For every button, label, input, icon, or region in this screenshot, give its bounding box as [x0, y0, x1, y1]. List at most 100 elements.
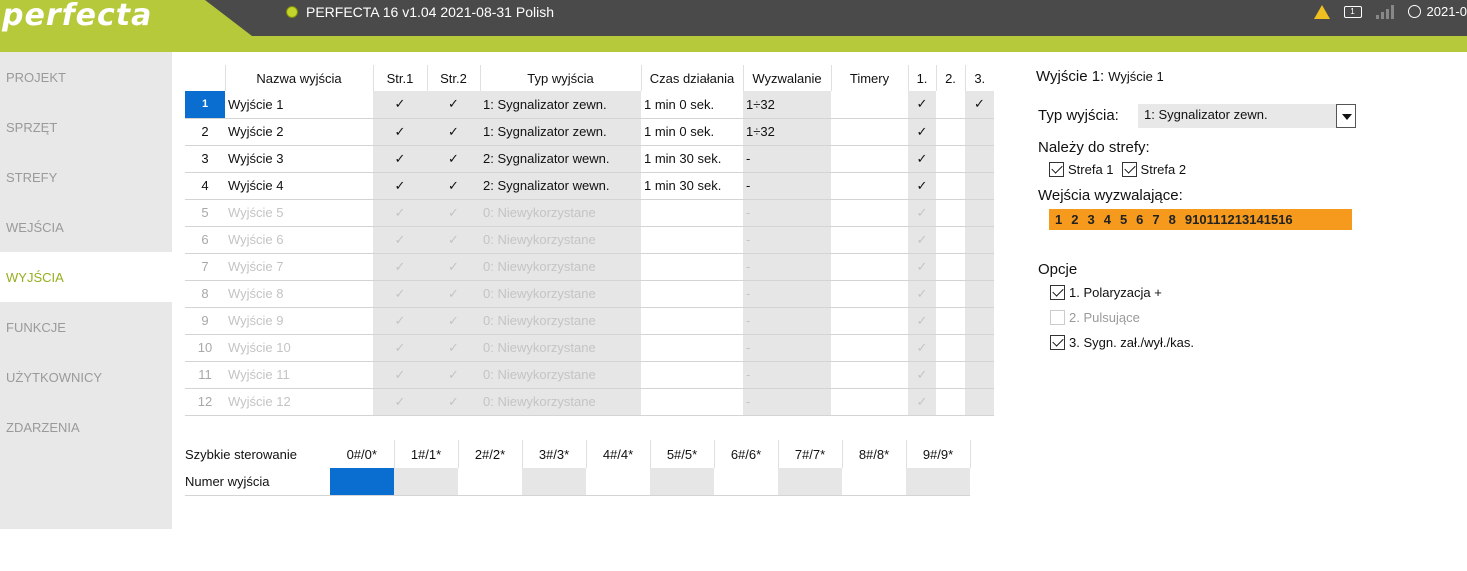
- cell-t1[interactable]: ✓: [908, 334, 936, 362]
- cell-name[interactable]: Wyjście 4: [225, 172, 373, 200]
- sidebar-item-sprzet[interactable]: SPRZĘT: [0, 102, 172, 152]
- table-row[interactable]: 2 Wyjście 2 ✓ ✓ 1: Sygnalizator zewn. 1 min 0…: [185, 118, 994, 146]
- col-header-t1[interactable]: 1.: [908, 65, 937, 91]
- cell-str1[interactable]: ✓: [373, 307, 427, 335]
- cell-str1[interactable]: ✓: [373, 361, 427, 389]
- col-header-trigger[interactable]: Wyzwalanie: [743, 65, 832, 91]
- cell-time[interactable]: [641, 253, 743, 281]
- row-number[interactable]: 9: [185, 307, 225, 335]
- warning-icon[interactable]: [1313, 4, 1330, 19]
- cell-t2[interactable]: [936, 307, 965, 335]
- quick-key-value[interactable]: [842, 468, 906, 496]
- cell-trigger[interactable]: -: [743, 361, 831, 389]
- sidebar-item-uzytkownicy[interactable]: UŻYTKOWNICY: [0, 352, 172, 402]
- cell-name[interactable]: Wyjście 6: [225, 226, 373, 254]
- table-row[interactable]: 1 Wyjście 1 ✓ ✓ 1: Sygnalizator zewn. 1 min 0…: [185, 91, 994, 119]
- trigger-input-item[interactable]: 4: [1104, 212, 1111, 227]
- col-header-t2[interactable]: 2.: [936, 65, 966, 91]
- cell-str2[interactable]: ✓: [427, 118, 480, 146]
- cell-t3[interactable]: [965, 307, 994, 335]
- cell-trigger[interactable]: -: [743, 172, 831, 200]
- cell-str1[interactable]: ✓: [373, 172, 427, 200]
- row-number[interactable]: 7: [185, 253, 225, 281]
- trigger-input-item[interactable]: 9: [1185, 212, 1192, 227]
- trigger-input-item[interactable]: 7: [1152, 212, 1159, 227]
- cell-name[interactable]: Wyjście 8: [225, 280, 373, 308]
- cell-name[interactable]: Wyjście 9: [225, 307, 373, 335]
- cell-t3[interactable]: [965, 280, 994, 308]
- cell-t1[interactable]: ✓: [908, 388, 936, 416]
- cell-trigger[interactable]: -: [743, 334, 831, 362]
- cell-time[interactable]: 1 min 0 sek.: [641, 91, 743, 119]
- cell-trigger[interactable]: -: [743, 280, 831, 308]
- checkbox-checked-icon[interactable]: [1050, 285, 1065, 300]
- col-header-t3[interactable]: 3.: [965, 65, 994, 91]
- cell-str1[interactable]: ✓: [373, 280, 427, 308]
- row-number[interactable]: 2: [185, 118, 225, 146]
- trigger-input-item[interactable]: 13: [1235, 212, 1249, 227]
- cell-t3[interactable]: [965, 118, 994, 146]
- cell-str1[interactable]: ✓: [373, 118, 427, 146]
- cell-str2[interactable]: ✓: [427, 199, 480, 227]
- sidebar-item-projekt[interactable]: PROJEKT: [0, 52, 172, 102]
- cell-timers[interactable]: [831, 91, 908, 119]
- chevron-down-icon[interactable]: [1336, 104, 1356, 128]
- cell-time[interactable]: [641, 199, 743, 227]
- cell-name[interactable]: Wyjście 11: [225, 361, 373, 389]
- cell-str1[interactable]: ✓: [373, 226, 427, 254]
- table-row[interactable]: 11 Wyjście 11 ✓ ✓ 0: Niewykorzystane - ✓: [185, 361, 994, 389]
- cell-t2[interactable]: [936, 253, 965, 281]
- cell-type[interactable]: 0: Niewykorzystane: [480, 307, 641, 335]
- cell-type[interactable]: 0: Niewykorzystane: [480, 361, 641, 389]
- row-number[interactable]: 8: [185, 280, 225, 308]
- option-pulsing[interactable]: 2. Pulsujące: [1050, 310, 1140, 325]
- row-number[interactable]: 12: [185, 388, 225, 416]
- quick-key-value[interactable]: [650, 468, 714, 496]
- table-row[interactable]: 3 Wyjście 3 ✓ ✓ 2: Sygnalizator wewn. 1 min 3…: [185, 145, 994, 173]
- cell-trigger[interactable]: -: [743, 388, 831, 416]
- col-header-name[interactable]: Nazwa wyjścia: [225, 65, 374, 91]
- cell-str1[interactable]: ✓: [373, 334, 427, 362]
- sidebar-item-strefy[interactable]: STREFY: [0, 152, 172, 202]
- cell-timers[interactable]: [831, 280, 908, 308]
- cell-t1[interactable]: ✓: [908, 361, 936, 389]
- cell-trigger[interactable]: -: [743, 145, 831, 173]
- cell-trigger[interactable]: 1÷32: [743, 118, 831, 146]
- cell-t3[interactable]: [965, 253, 994, 281]
- trigger-input-item[interactable]: 3: [1087, 212, 1094, 227]
- cell-t3[interactable]: [965, 172, 994, 200]
- table-row[interactable]: 7 Wyjście 7 ✓ ✓ 0: Niewykorzystane - ✓: [185, 253, 994, 281]
- cell-t2[interactable]: [936, 172, 965, 200]
- cell-type[interactable]: 2: Sygnalizator wewn.: [480, 172, 641, 200]
- cell-t2[interactable]: [936, 91, 965, 119]
- cell-time[interactable]: [641, 388, 743, 416]
- table-row[interactable]: 4 Wyjście 4 ✓ ✓ 2: Sygnalizator wewn. 1 min 3…: [185, 172, 994, 200]
- quick-key-value[interactable]: [522, 468, 586, 496]
- sidebar-item-zdarzenia[interactable]: ZDARZENIA: [0, 402, 172, 452]
- cell-timers[interactable]: [831, 199, 908, 227]
- col-header-time[interactable]: Czas działania: [641, 65, 744, 91]
- cell-time[interactable]: 1 min 30 sek.: [641, 145, 743, 173]
- cell-timers[interactable]: [831, 118, 908, 146]
- cell-type[interactable]: 1: Sygnalizator zewn.: [480, 91, 641, 119]
- sidebar-item-funkcje[interactable]: FUNKCJE: [0, 302, 172, 352]
- trigger-input-item[interactable]: 1: [1055, 212, 1062, 227]
- cell-timers[interactable]: [831, 253, 908, 281]
- cell-type[interactable]: 0: Niewykorzystane: [480, 253, 641, 281]
- checkbox-checked-icon[interactable]: [1050, 335, 1065, 350]
- table-row[interactable]: 5 Wyjście 5 ✓ ✓ 0: Niewykorzystane - ✓: [185, 199, 994, 227]
- cell-time[interactable]: 1 min 30 sek.: [641, 172, 743, 200]
- cell-t2[interactable]: [936, 226, 965, 254]
- zone1-checkbox[interactable]: Strefa 1: [1049, 162, 1114, 177]
- cell-timers[interactable]: [831, 334, 908, 362]
- cell-type[interactable]: 0: Niewykorzystane: [480, 388, 641, 416]
- cell-type[interactable]: 0: Niewykorzystane: [480, 226, 641, 254]
- cell-t1[interactable]: ✓: [908, 91, 936, 119]
- cell-t2[interactable]: [936, 118, 965, 146]
- cell-type[interactable]: 0: Niewykorzystane: [480, 280, 641, 308]
- cell-str2[interactable]: ✓: [427, 253, 480, 281]
- cell-trigger[interactable]: -: [743, 199, 831, 227]
- option-polarization[interactable]: 1. Polaryzacja +: [1050, 285, 1162, 300]
- checkbox-unchecked-icon[interactable]: [1050, 310, 1065, 325]
- cell-time[interactable]: [641, 361, 743, 389]
